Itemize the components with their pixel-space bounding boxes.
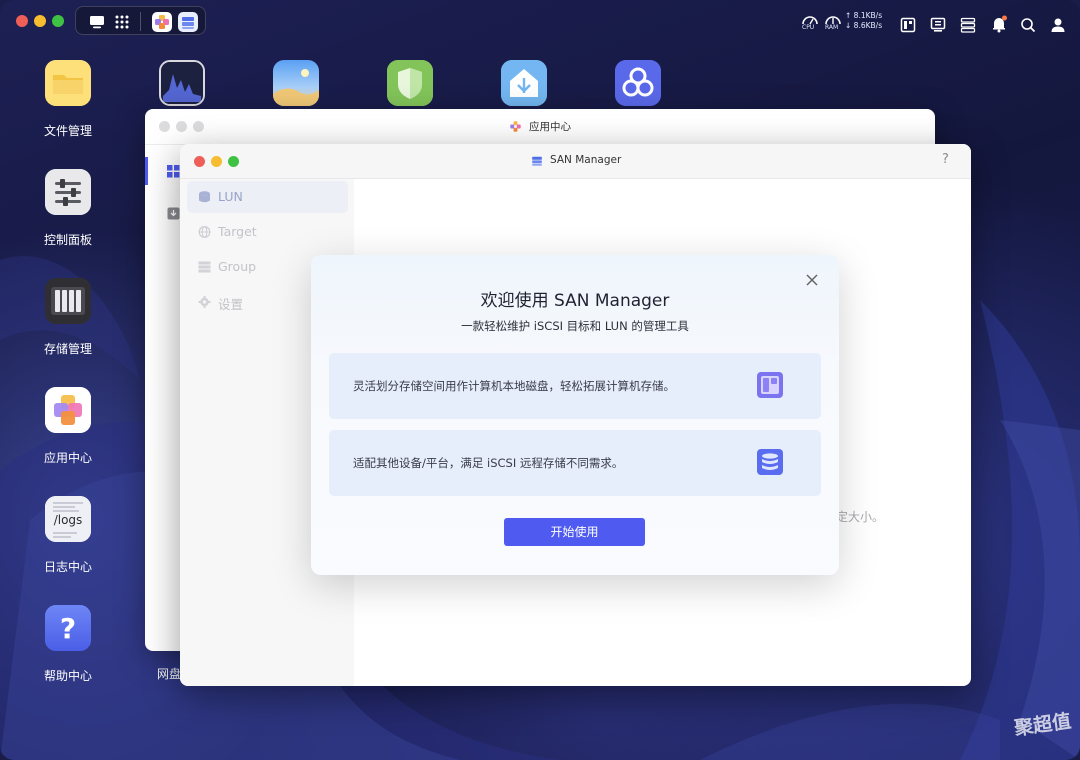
server-stack-icon	[757, 449, 783, 475]
triad-icon	[615, 60, 661, 106]
close-light[interactable]	[16, 15, 28, 27]
main-content-partial-text: 定大小。	[836, 510, 885, 524]
san-manager-task-icon[interactable]	[178, 12, 198, 32]
feature-text: 适配其他设备/平台，满足 iSCSI 远程存储不同需求。	[353, 456, 624, 470]
help-button[interactable]: ?	[942, 152, 949, 167]
widgets-icon[interactable]	[900, 12, 916, 38]
desktop: CPU RAM ↑ 8.1KB/s ↓ 8.6KB/s 文件管理 控制面板 存储…	[0, 0, 1080, 760]
desktop-icon-storage-manager[interactable]: 存储管理	[28, 278, 108, 357]
taskbar-group	[75, 6, 206, 35]
desktop-icon-label: 应用中心	[43, 451, 92, 465]
app-center-icon	[45, 387, 91, 433]
desktop-icon-photos[interactable]	[256, 60, 336, 106]
desktop-icon-app-center[interactable]: 应用中心	[28, 387, 108, 466]
server-status-icon[interactable]	[960, 12, 976, 38]
partition-icon	[757, 372, 783, 398]
upload-speed: ↑ 8.1KB/s	[845, 11, 883, 20]
app-grid-icon[interactable]	[112, 12, 132, 32]
minimize-light[interactable]	[211, 156, 222, 167]
desktop-icon-home-assistant[interactable]	[484, 60, 564, 106]
modal-subtitle: 一款轻松维护 iSCSI 目标和 LUN 的管理工具	[461, 319, 689, 333]
modal-title: 欢迎使用 SAN Manager	[480, 291, 670, 311]
san-manager-title-icon	[532, 156, 542, 166]
activity-chart-icon	[159, 60, 205, 106]
feature-card: 适配其他设备/平台，满足 iSCSI 远程存储不同需求。	[329, 430, 821, 496]
sidebar-item-label: 设置	[218, 297, 244, 312]
feature-card: 灵活划分存储空间用作计算机本地磁盘，轻松拓展计算机存储。	[329, 353, 821, 419]
ram-label: RAM	[825, 24, 839, 31]
desktop-icon-label: 文件管理	[43, 124, 92, 138]
help-icon: ?	[45, 605, 91, 651]
desktop-icon-help-center[interactable]: ? 帮助中心	[28, 605, 108, 684]
sliders-icon	[45, 169, 91, 215]
close-light[interactable]	[159, 121, 170, 132]
desktop-icon[interactable]	[87, 12, 107, 32]
grid-icon[interactable]	[167, 165, 180, 178]
minimize-light[interactable]	[34, 15, 46, 27]
layers-icon	[198, 261, 211, 273]
svg-text:?: ?	[60, 612, 76, 645]
desktop-icon-label-netdisk[interactable]: 网盘	[157, 665, 181, 682]
start-using-button[interactable]: 开始使用	[504, 518, 645, 546]
drive-bays-icon	[45, 278, 91, 324]
app-center-task-icon[interactable]	[152, 12, 172, 32]
sidebar-item-label: LUN	[218, 189, 243, 204]
ram-gauge-icon[interactable]	[823, 10, 843, 36]
logs-icon: /logs	[45, 496, 91, 542]
app-center-title: 应用中心	[529, 121, 571, 133]
desktop-icon-log-center[interactable]: /logs 日志中心	[28, 496, 108, 575]
desktop-icon-label: 帮助中心	[43, 669, 92, 683]
feature-text: 灵活划分存储空间用作计算机本地磁盘，轻松拓展计算机存储。	[353, 379, 675, 393]
shield-icon	[387, 60, 433, 106]
photos-icon	[273, 60, 319, 106]
user-icon[interactable]	[1050, 12, 1066, 38]
san-manager-title: SAN Manager	[550, 154, 622, 166]
maximize-light[interactable]	[228, 156, 239, 167]
search-icon[interactable]	[1020, 12, 1036, 38]
welcome-modal: 欢迎使用 SAN Manager 一款轻松维护 iSCSI 目标和 LUN 的管…	[311, 255, 839, 575]
cpu-label: CPU	[802, 24, 815, 31]
maximize-light[interactable]	[193, 121, 204, 132]
top-bar: CPU RAM ↑ 8.1KB/s ↓ 8.6KB/s	[0, 0, 1080, 40]
close-light[interactable]	[194, 156, 205, 167]
active-indicator	[145, 157, 148, 185]
upload-speed-value: 8.1KB/s	[853, 11, 883, 20]
desktop-icon-file-manager[interactable]: 文件管理	[28, 60, 108, 139]
folder-icon	[45, 60, 91, 106]
desktop-icon-security[interactable]	[370, 60, 450, 106]
sidebar-item-lun[interactable]: LUN	[187, 181, 348, 213]
database-icon	[199, 191, 210, 203]
desktop-icon-resource-monitor[interactable]	[142, 60, 222, 106]
logs-icon-text: /logs	[53, 513, 83, 527]
maximize-light[interactable]	[52, 15, 64, 27]
desktop-icon-control-panel[interactable]: 控制面板	[28, 169, 108, 248]
minimize-light[interactable]	[176, 121, 187, 132]
download-speed-value: 8.6KB/s	[853, 21, 883, 30]
desktop-icon-label: 存储管理	[43, 342, 92, 356]
download-speed: ↓ 8.6KB/s	[845, 21, 883, 30]
gear-icon	[198, 296, 211, 308]
sidebar-item-target[interactable]: Target	[187, 216, 348, 248]
monitor-icon[interactable]	[930, 12, 946, 38]
desktop-icon-label: 日志中心	[43, 560, 92, 574]
app-center-title-icon	[510, 121, 521, 132]
cpu-gauge-icon[interactable]	[800, 10, 820, 36]
home-icon	[501, 60, 547, 106]
app-center-titlebar: 应用中心	[145, 109, 935, 145]
globe-icon	[198, 226, 211, 238]
sidebar-item-label: Group	[218, 259, 257, 274]
notification-bell-icon[interactable]	[990, 11, 1008, 37]
sidebar-item-label: Target	[218, 224, 257, 239]
desktop-icon-label: 控制面板	[43, 233, 92, 247]
san-manager-titlebar: SAN Manager ?	[180, 144, 971, 179]
desktop-icon-network[interactable]	[598, 60, 678, 106]
download-icon[interactable]	[167, 207, 180, 220]
